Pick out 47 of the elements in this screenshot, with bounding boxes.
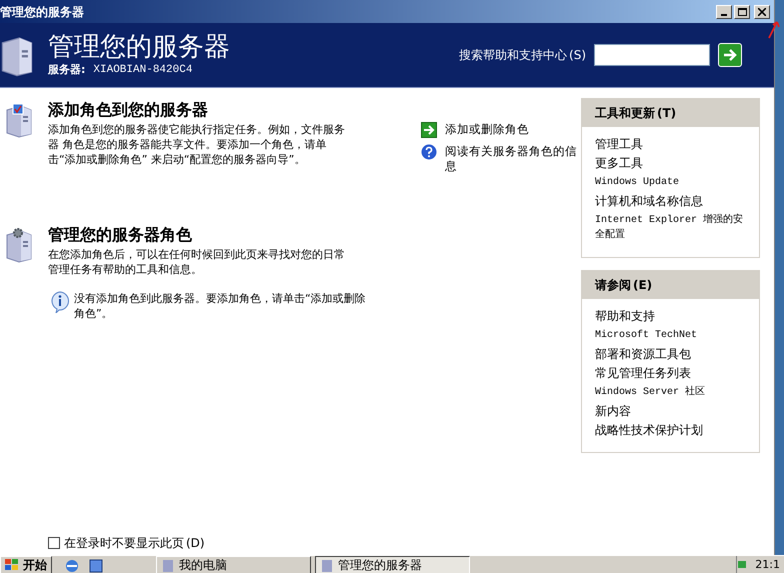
help-icon [421, 144, 437, 160]
panel-link[interactable]: 管理工具 [595, 137, 746, 152]
windows-logo-icon [5, 559, 19, 571]
panel-title: 请参阅 (E) [595, 277, 652, 294]
taskbar-task[interactable]: 管理您的服务器 [315, 556, 470, 573]
arrow-icon [421, 122, 437, 138]
section-description: 在您添加角色后，可以在任何时候回到此页来寻找对您的日常管理任务有帮助的工具和信息。 [48, 247, 346, 277]
info-icon [50, 291, 70, 313]
server-label: 服务器: [48, 62, 86, 78]
task-link[interactable]: 添加或删除角色 [445, 122, 529, 137]
panel-link[interactable]: Microsoft TechNet [595, 328, 746, 343]
section-description: 添加角色到您的服务器使它能执行指定任务。例如，文件服务器 角色是您的服务器能共享文件。要添加一个角色，请单击“添加或删除角色” 来启动“配置您的服务器向导”。 [48, 122, 346, 167]
search-go-button[interactable] [718, 43, 742, 67]
window-icon [320, 558, 334, 572]
panel-link[interactable]: 战略性技术保护计划 [595, 423, 746, 438]
start-button[interactable]: 开始 [0, 556, 52, 573]
panel-link[interactable]: Internet Explorer 增强的安全配置 [595, 213, 746, 243]
info-note: 没有添加角色到此服务器。要添加角色，请单击“添加或删除角色”。 [74, 291, 367, 321]
panel-link[interactable]: 常见管理任务列表 [595, 366, 746, 381]
panel-link[interactable]: Windows Server 社区 [595, 385, 746, 400]
panel-link[interactable]: 部署和资源工具包 [595, 347, 746, 362]
minimize-button[interactable] [716, 4, 732, 18]
panel-link[interactable]: Windows Update [595, 175, 746, 190]
panel-title: 工具和更新 (T) [595, 105, 676, 122]
panel-link[interactable]: 新内容 [595, 404, 746, 419]
taskbar-task[interactable]: 我的电脑 [156, 556, 311, 573]
server-icon [5, 102, 33, 138]
section-heading: 添加角色到您的服务器 [48, 99, 209, 121]
section-heading: 管理您的服务器角色 [48, 224, 193, 246]
page-title: 管理您的服务器 [48, 32, 230, 62]
window-icon [161, 558, 175, 572]
checkbox[interactable] [48, 537, 60, 549]
panel-link[interactable]: 帮助和支持 [595, 309, 746, 324]
window-title: 管理您的服务器 [0, 4, 84, 20]
panel-link[interactable]: 更多工具 [595, 156, 746, 171]
close-icon [758, 8, 766, 16]
server-name: XIAOBIAN-8420C4 [93, 62, 192, 78]
search-label: 搜索帮助和支持中心 (S) [459, 47, 586, 64]
arrow-icon [722, 48, 738, 62]
server-icon [5, 227, 33, 263]
close-button[interactable] [754, 4, 770, 18]
task-link[interactable]: 阅读有关服务器角色的信息 [445, 144, 581, 174]
clock: 21:1 [755, 556, 780, 573]
search-field[interactable] [594, 44, 710, 66]
checkbox-label: 在登录时不要显示此页 (D) [64, 535, 205, 552]
panel-link[interactable]: 计算机和域名称信息 [595, 194, 746, 209]
maximize-button[interactable] [734, 4, 750, 18]
